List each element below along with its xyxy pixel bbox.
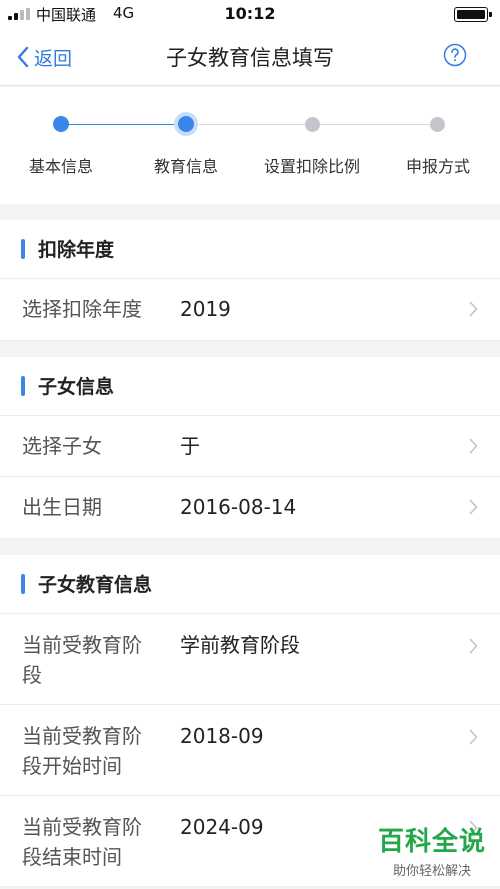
row-select-child[interactable]: 选择子女 于	[0, 416, 500, 477]
question-circle-icon[interactable]	[443, 43, 467, 67]
navigation-bar: 返回 子女教育信息填写	[0, 28, 500, 86]
row-label-line2: 段	[22, 663, 42, 687]
section-child-info: 子女信息 选择子女 于 出生日期 2016-08-14	[0, 357, 500, 539]
section-title: 扣除年度	[38, 239, 115, 261]
row-value: 2018-09	[180, 724, 264, 748]
section-header: 子女信息	[0, 357, 500, 416]
row-stage-start[interactable]: 当前受教育阶 段开始时间 2018-09	[0, 705, 500, 796]
row-education-stage[interactable]: 当前受教育阶 段 学前教育阶段	[0, 614, 500, 705]
section-accent-bar	[21, 574, 25, 594]
row-label-line2: 段结束时间	[22, 845, 122, 869]
row-birth-date[interactable]: 出生日期 2016-08-14	[0, 477, 500, 539]
step-dot-4	[430, 117, 445, 132]
row-value: 2024-09	[180, 815, 264, 839]
section-accent-bar	[21, 376, 25, 396]
row-label-line1: 当前受教育阶	[22, 633, 142, 657]
status-bar: 中国联通 4G 10:12	[0, 0, 500, 28]
row-value: 2016-08-14	[180, 495, 297, 519]
step-label-3: 设置扣除比例	[263, 157, 360, 176]
section-deduction-year: 扣除年度 选择扣除年度 2019	[0, 220, 500, 341]
row-label: 当前受教育阶 段开始时间	[22, 721, 142, 781]
chevron-right-icon	[469, 499, 478, 515]
step-dot-1	[53, 116, 69, 132]
section-title: 子女信息	[38, 376, 115, 398]
chevron-right-icon	[469, 301, 478, 317]
row-label-line1: 当前受教育阶	[22, 724, 142, 748]
battery-icon	[454, 7, 492, 22]
row-value: 学前教育阶段	[180, 633, 300, 657]
status-time: 10:12	[224, 4, 276, 23]
step-dot-2	[178, 116, 194, 132]
row-label: 当前受教育阶 段结束时间	[22, 812, 142, 872]
progress-stepper: 基本信息 教育信息 设置扣除比例 申报方式	[0, 87, 500, 204]
row-label: 选择扣除年度	[22, 297, 142, 321]
watermark: 百科全说 助你轻松解决	[378, 821, 486, 879]
page-title: 子女教育信息填写	[166, 46, 334, 70]
step-label-4: 申报方式	[405, 157, 470, 176]
chevron-right-icon	[469, 729, 478, 745]
row-value: 2019	[180, 297, 231, 321]
step-dot-3	[305, 117, 320, 132]
step-label-1: 基本信息	[28, 157, 93, 176]
section-title: 子女教育信息	[38, 574, 153, 596]
watermark-subtitle: 助你轻松解决	[392, 864, 471, 879]
row-deduction-year[interactable]: 选择扣除年度 2019	[0, 279, 500, 341]
section-accent-bar	[21, 239, 25, 259]
row-label-line2: 段开始时间	[22, 754, 122, 778]
step-connector-done	[61, 124, 186, 125]
row-label-line1: 当前受教育阶	[22, 815, 142, 839]
row-label: 当前受教育阶 段	[22, 630, 142, 690]
watermark-title: 百科全说	[377, 827, 486, 857]
chevron-right-icon	[469, 638, 478, 654]
row-label: 选择子女	[22, 434, 102, 458]
section-header: 扣除年度	[0, 220, 500, 279]
row-value: 于	[180, 434, 200, 458]
step-label-2: 教育信息	[153, 157, 218, 176]
row-label: 出生日期	[22, 495, 102, 519]
section-header: 子女教育信息	[0, 555, 500, 614]
chevron-right-icon	[469, 438, 478, 454]
